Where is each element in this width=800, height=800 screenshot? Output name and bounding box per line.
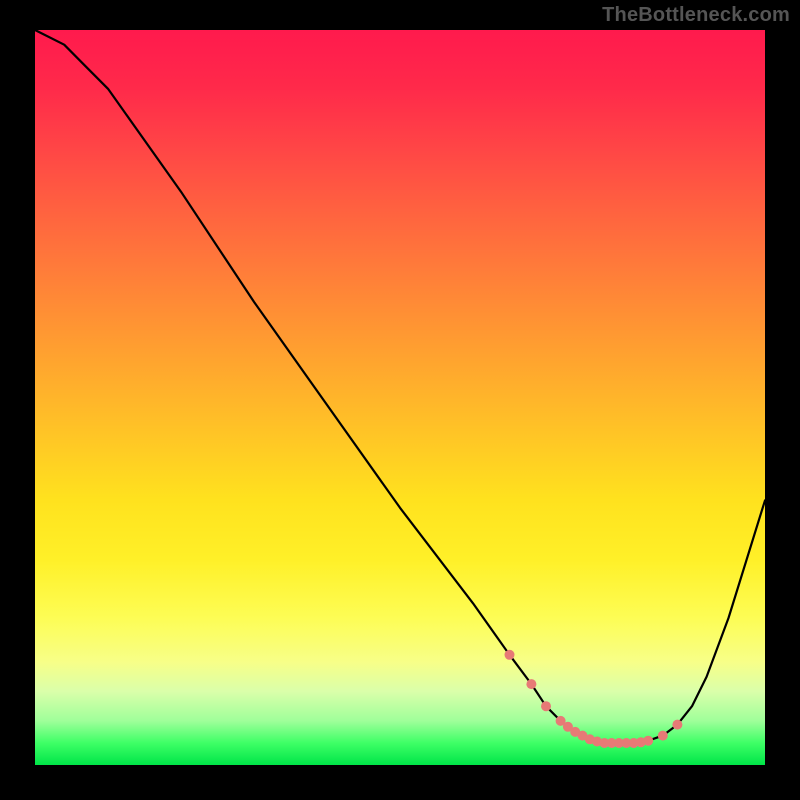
optimal-range-dots [505, 650, 683, 748]
marker-dot [505, 650, 515, 660]
chart-frame: TheBottleneck.com [0, 0, 800, 800]
marker-dot [541, 701, 551, 711]
marker-dot [672, 720, 682, 730]
marker-dot [643, 736, 653, 746]
bottleneck-curve [35, 30, 765, 743]
watermark-label: TheBottleneck.com [602, 4, 790, 27]
marker-dot [658, 731, 668, 741]
curve-svg [35, 30, 765, 765]
plot-area [35, 30, 765, 765]
marker-dot [526, 679, 536, 689]
